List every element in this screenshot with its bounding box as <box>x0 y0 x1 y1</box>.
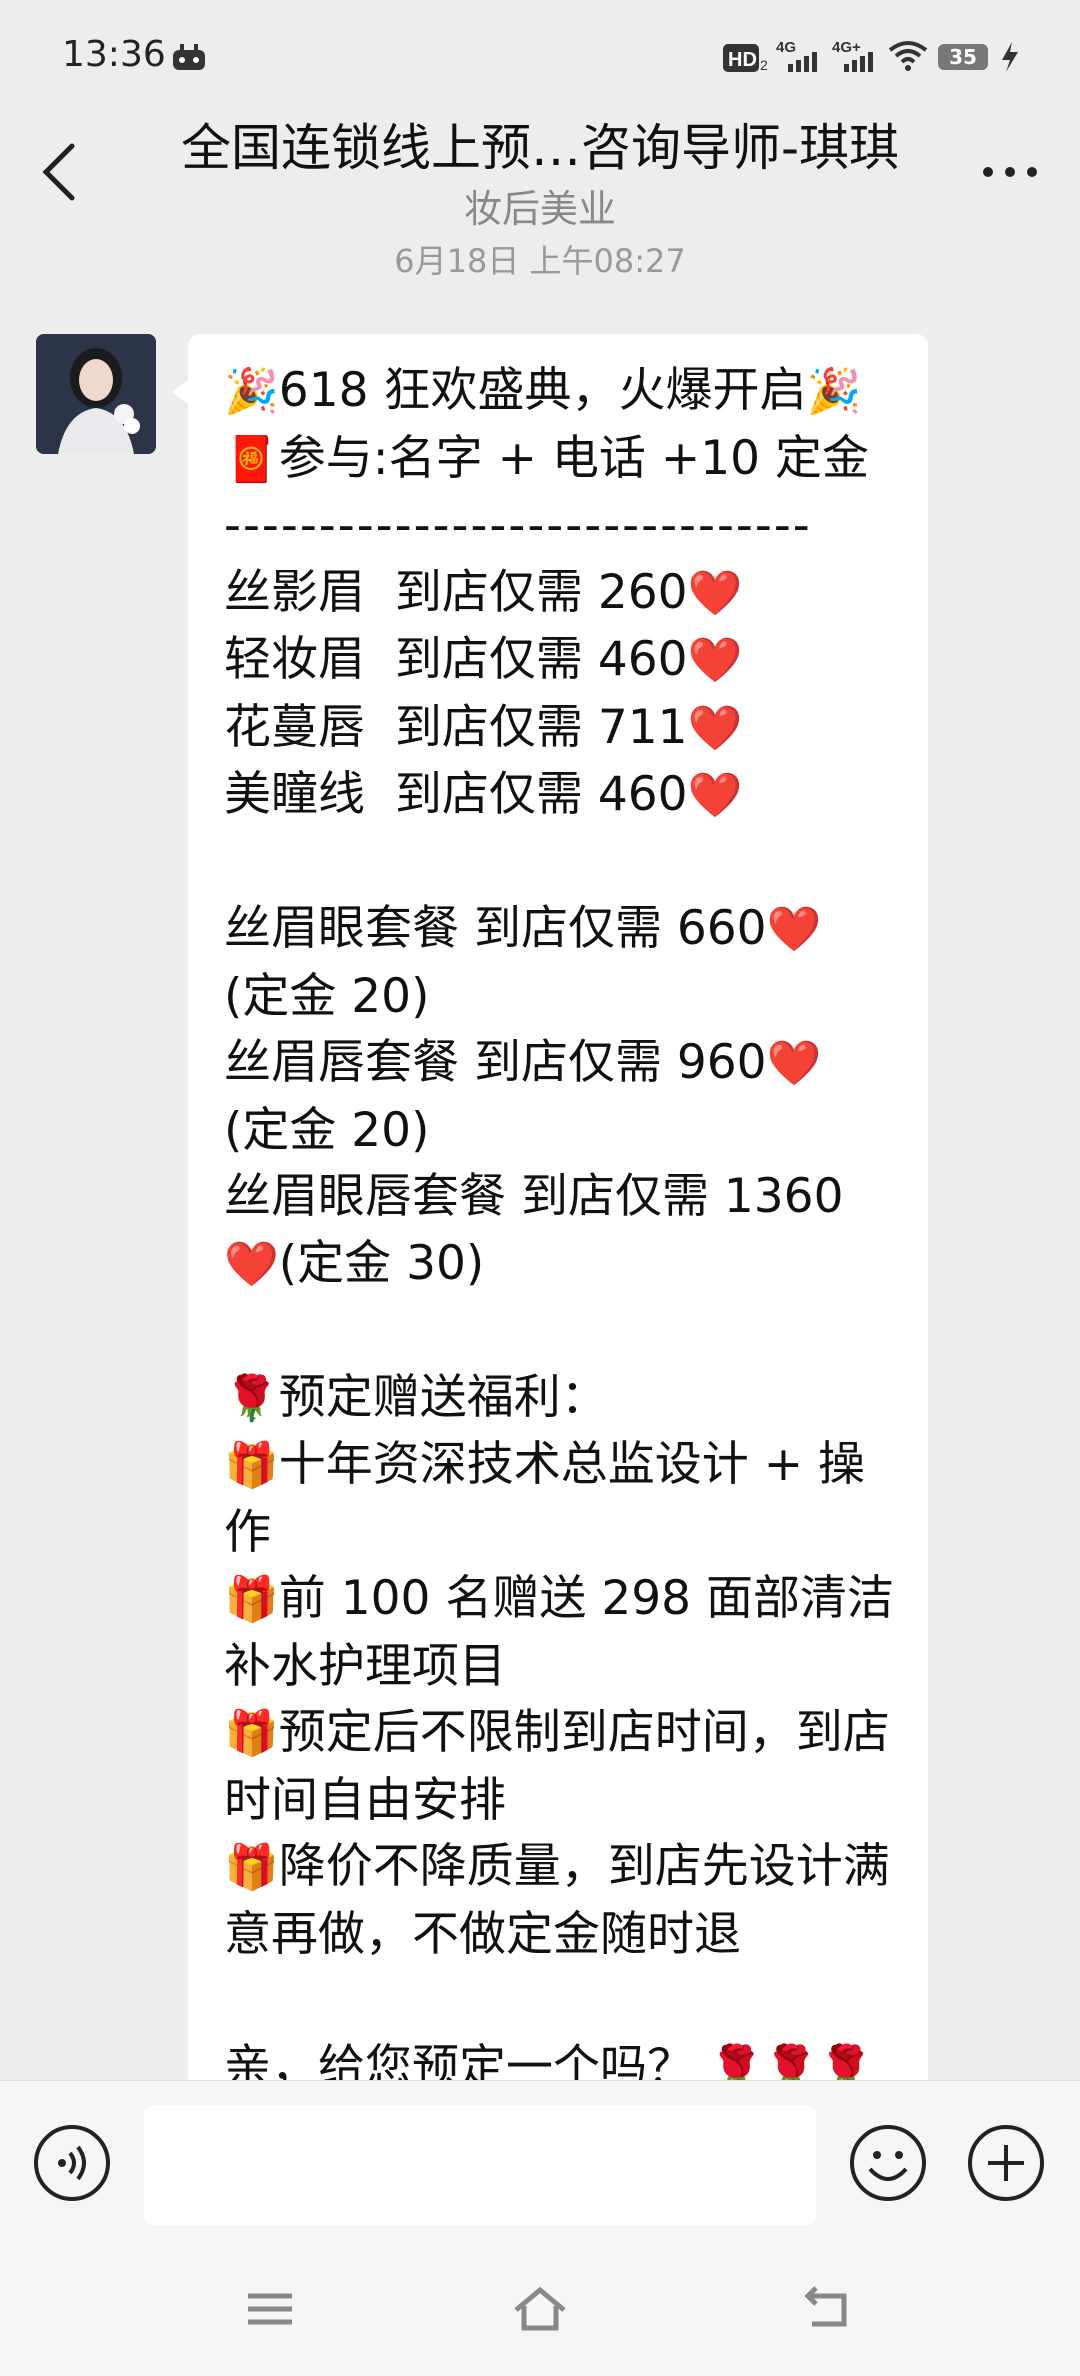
chat-title: 全国连锁线上预…咨询导师-琪琪 <box>180 119 900 177</box>
voice-icon[interactable] <box>32 2123 112 2203</box>
signal-4g-plus-icon: 4G+ <box>832 39 873 72</box>
game-icon <box>173 44 205 70</box>
gift-icon: 🎁 <box>224 1440 279 1491</box>
msg-line-12: 丝眉眼唇套餐 到店仅需 1360 <box>224 1169 844 1224</box>
more-options-icon[interactable] <box>980 162 1040 182</box>
battery-icon: 35 <box>938 44 988 70</box>
message-input[interactable] <box>144 2105 816 2225</box>
svg-text:4G+: 4G+ <box>832 39 861 56</box>
msg-line-2: 参与:名字 + 电话 +10 定金 <box>278 430 869 486</box>
home-icon[interactable] <box>510 2284 570 2334</box>
heart-icon: ❤️ <box>687 770 743 821</box>
emoji-icon[interactable] <box>848 2123 928 2203</box>
msg-line-1: 618 狂欢盛典，火爆开启 <box>278 363 807 418</box>
chat-subtitle: 妆后美业 <box>463 187 616 231</box>
signal-4g-icon: 4G <box>776 39 817 72</box>
msg-line-17: 预定后不限制到店时间，到店时间自由安排 <box>224 1705 890 1828</box>
chat-header: 全国连锁线上预…咨询导师-琪琪 妆后美业 <box>0 100 1080 240</box>
status-time: 13:36 <box>62 34 166 75</box>
msg-line-10: 丝眉唇套餐 到店仅需 960 <box>224 1035 767 1090</box>
sender-avatar[interactable] <box>36 334 156 454</box>
avatar-image <box>36 334 156 454</box>
msg-line-14: 预定赠送福利： <box>278 1369 608 1425</box>
gift-icon: 🎁 <box>224 1842 279 1893</box>
svg-text:HD: HD <box>728 49 757 71</box>
msg-line-9: (定金 20) <box>224 968 430 1024</box>
message-bubble[interactable]: 🎉618 狂欢盛典，火爆开启🎉 🧧参与:名字 + 电话 +10 定金 -----… <box>188 334 928 2134</box>
msg-line-13: (定金 30) <box>278 1235 485 1291</box>
plus-icon[interactable] <box>966 2123 1046 2203</box>
menu-icon[interactable] <box>240 2284 300 2334</box>
heart-icon: ❤️ <box>687 702 743 754</box>
svg-text:4G: 4G <box>776 39 796 56</box>
battery-level: 35 <box>949 45 977 69</box>
back-nav-icon[interactable] <box>796 2284 856 2334</box>
input-bar <box>0 2080 1080 2241</box>
party-popper-icon: 🎉 <box>806 366 862 417</box>
msg-line-15: 十年资深技术总监设计 + 操作 <box>224 1437 866 1560</box>
red-envelope-icon: 🧧 <box>224 433 279 485</box>
hd-icon: HD 2 <box>723 44 768 73</box>
rose-icon: 🌹 <box>224 1372 279 1424</box>
gift-icon: 🎁 <box>224 1708 279 1759</box>
svg-text:2: 2 <box>760 57 768 73</box>
msg-line-8: 丝眉眼套餐 到店仅需 660 <box>224 901 767 956</box>
heart-icon: ❤️ <box>687 567 743 619</box>
status-bar: 13:36 HD 2 4G 4G+ 35 <box>0 0 1080 110</box>
heart-icon: ❤️ <box>766 904 822 955</box>
msg-line-5: 轻妆眉 到店仅需 460 <box>224 632 688 687</box>
msg-line-7: 美瞳线 到店仅需 460 <box>224 767 688 822</box>
msg-divider: ------------------------------- <box>224 498 812 553</box>
msg-line-6: 花蔓唇 到店仅需 711 <box>224 699 688 755</box>
system-nav-bar <box>0 2240 1080 2376</box>
heart-icon: ❤️ <box>766 1038 822 1089</box>
charging-icon <box>1002 42 1018 72</box>
message-timestamp: 6月18日 上午08:27 <box>394 242 686 280</box>
msg-line-11: (定金 20) <box>224 1102 430 1158</box>
msg-line-4: 丝影眉 到店仅需 260 <box>224 564 688 620</box>
gift-icon: 🎁 <box>224 1574 279 1625</box>
heart-icon: ❤️ <box>224 1238 279 1290</box>
message-text: 🎉618 狂欢盛典，火爆开启🎉 🧧参与:名字 + 电话 +10 定金 -----… <box>224 358 896 2102</box>
msg-line-16: 前 100 名赠送 298 面部清洁补水护理项目 <box>224 1571 894 1694</box>
heart-icon: ❤️ <box>687 635 743 686</box>
msg-line-18: 降价不降质量，到店先设计满意再做，不做定金随时退 <box>224 1839 890 1962</box>
party-popper-icon: 🎉 <box>224 366 279 417</box>
wifi-icon <box>888 41 928 71</box>
